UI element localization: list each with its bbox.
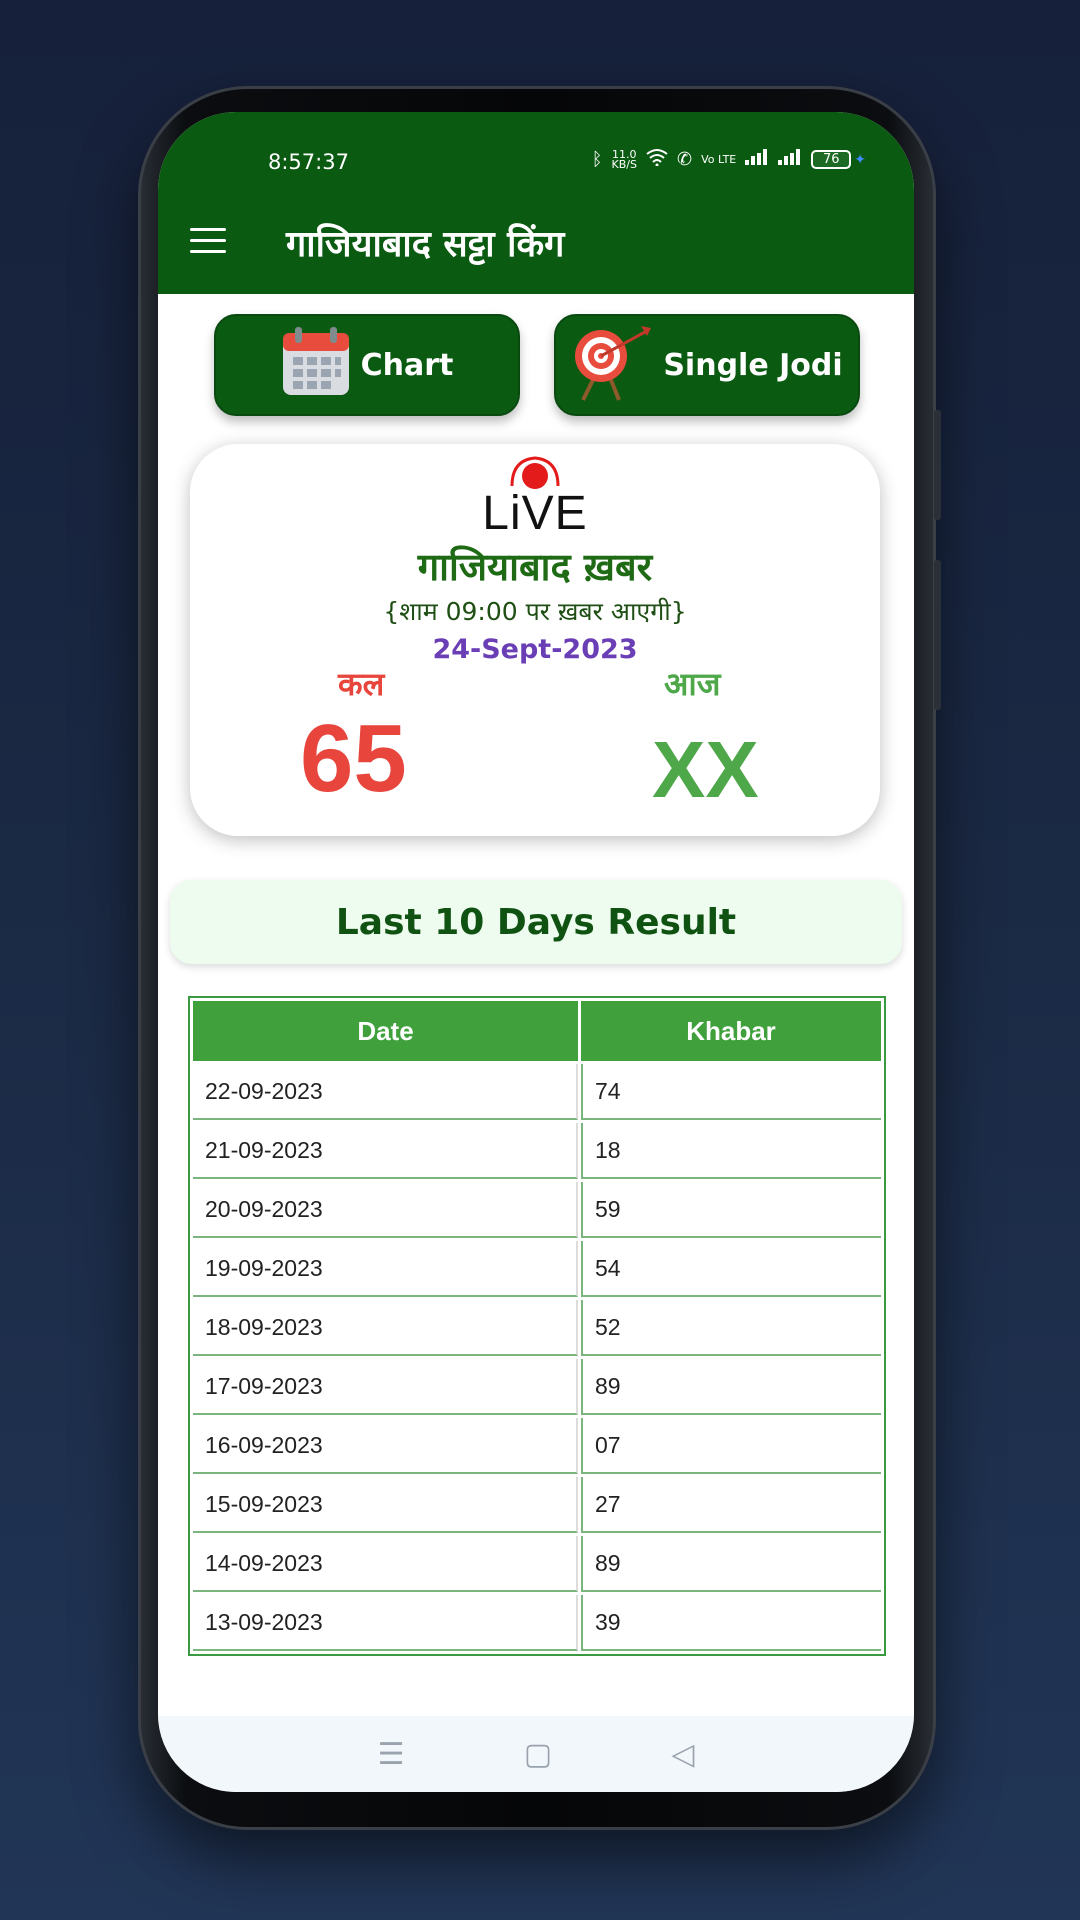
status-icons: ᛒ 11.0 KB/S ✆ Vo LTE 76 ✦ <box>592 148 866 171</box>
yesterday-label: कल <box>338 665 385 703</box>
volte-icon: Vo LTE <box>701 152 737 166</box>
table-row: 19-09-2023 54 <box>193 1241 881 1297</box>
row-date: 22-09-2023 <box>193 1064 578 1120</box>
table-header-row: Date Khabar <box>193 1001 881 1061</box>
table-row: 13-09-2023 39 <box>193 1595 881 1651</box>
row-khabar: 89 <box>581 1536 881 1592</box>
live-subtitle: {शाम 09:00 पर ख़बर आएगी} <box>383 597 687 626</box>
table-row: 18-09-2023 52 <box>193 1300 881 1356</box>
row-khabar: 74 <box>581 1064 881 1120</box>
table-row: 14-09-2023 89 <box>193 1536 881 1592</box>
row-khabar: 39 <box>581 1595 881 1651</box>
phone-screen: 8:57:37 ᛒ 11.0 KB/S ✆ Vo LTE 76 ✦ गाजिया… <box>158 112 914 1792</box>
signal-icon <box>745 149 769 170</box>
row-khabar: 52 <box>581 1300 881 1356</box>
row-date: 21-09-2023 <box>193 1123 578 1179</box>
column-header-khabar: Khabar <box>581 1001 881 1061</box>
column-header-date: Date <box>193 1001 578 1061</box>
volume-button <box>934 560 941 710</box>
row-date: 15-09-2023 <box>193 1477 578 1533</box>
recent-apps-icon[interactable]: ☰ <box>378 1737 405 1772</box>
chart-button-label: Chart <box>360 347 454 383</box>
row-khabar: 54 <box>581 1241 881 1297</box>
single-jodi-label: Single Jodi <box>663 347 843 383</box>
row-khabar: 89 <box>581 1359 881 1415</box>
table-row: 15-09-2023 27 <box>193 1477 881 1533</box>
row-date: 13-09-2023 <box>193 1595 578 1651</box>
hamburger-menu-icon[interactable] <box>190 228 226 254</box>
live-date: 24-Sept-2023 <box>432 634 638 665</box>
network-speed: 11.0 KB/S <box>611 149 637 171</box>
wifi-icon <box>646 148 668 171</box>
table-row: 22-09-2023 74 <box>193 1064 881 1120</box>
row-date: 18-09-2023 <box>193 1300 578 1356</box>
system-nav-bar: ☰ ▢ ◁ <box>158 1716 914 1792</box>
app-title: गाजियाबाद सट्टा किंग <box>286 224 565 265</box>
live-headline: गाजियाबाद ख़बर <box>417 545 653 589</box>
row-khabar: 07 <box>581 1418 881 1474</box>
speed-unit: KB/S <box>611 157 637 171</box>
power-button <box>934 410 941 520</box>
row-date: 14-09-2023 <box>193 1536 578 1592</box>
yesterday-value: 65 <box>300 705 407 812</box>
single-jodi-button[interactable]: Single Jodi <box>554 314 860 416</box>
row-khabar: 18 <box>581 1123 881 1179</box>
calendar-icon <box>281 325 351 405</box>
live-result-card: LiVE गाजियाबाद ख़बर {शाम 09:00 पर ख़बर आ… <box>190 444 880 836</box>
app-header: 8:57:37 ᛒ 11.0 KB/S ✆ Vo LTE 76 ✦ गाजिया… <box>158 112 914 294</box>
row-date: 19-09-2023 <box>193 1241 578 1297</box>
charging-icon: ✦ <box>854 151 866 168</box>
table-row: 16-09-2023 07 <box>193 1418 881 1474</box>
home-icon[interactable]: ▢ <box>524 1737 552 1772</box>
row-date: 16-09-2023 <box>193 1418 578 1474</box>
row-date: 20-09-2023 <box>193 1182 578 1238</box>
back-icon[interactable]: ◁ <box>671 1737 694 1772</box>
results-title: Last 10 Days Result <box>170 880 902 964</box>
table-row: 21-09-2023 18 <box>193 1123 881 1179</box>
today-label: आज <box>664 665 721 703</box>
bluetooth-icon: ᛒ <box>591 149 603 170</box>
call-icon: ✆ <box>676 149 693 170</box>
signal-icon <box>778 149 802 170</box>
table-row: 20-09-2023 59 <box>193 1182 881 1238</box>
live-badge: LiVE <box>482 487 588 540</box>
results-table: Date Khabar 22-09-2023 74 21-09-2023 18 20… <box>188 996 886 1656</box>
row-khabar: 59 <box>581 1182 881 1238</box>
chart-button[interactable]: Chart <box>214 314 520 416</box>
status-time: 8:57:37 <box>268 150 349 174</box>
row-date: 17-09-2023 <box>193 1359 578 1415</box>
row-khabar: 27 <box>581 1477 881 1533</box>
battery-icon: 76 <box>811 150 852 169</box>
today-value: XX <box>652 725 759 814</box>
table-row: 17-09-2023 89 <box>193 1359 881 1415</box>
target-icon <box>571 320 653 410</box>
